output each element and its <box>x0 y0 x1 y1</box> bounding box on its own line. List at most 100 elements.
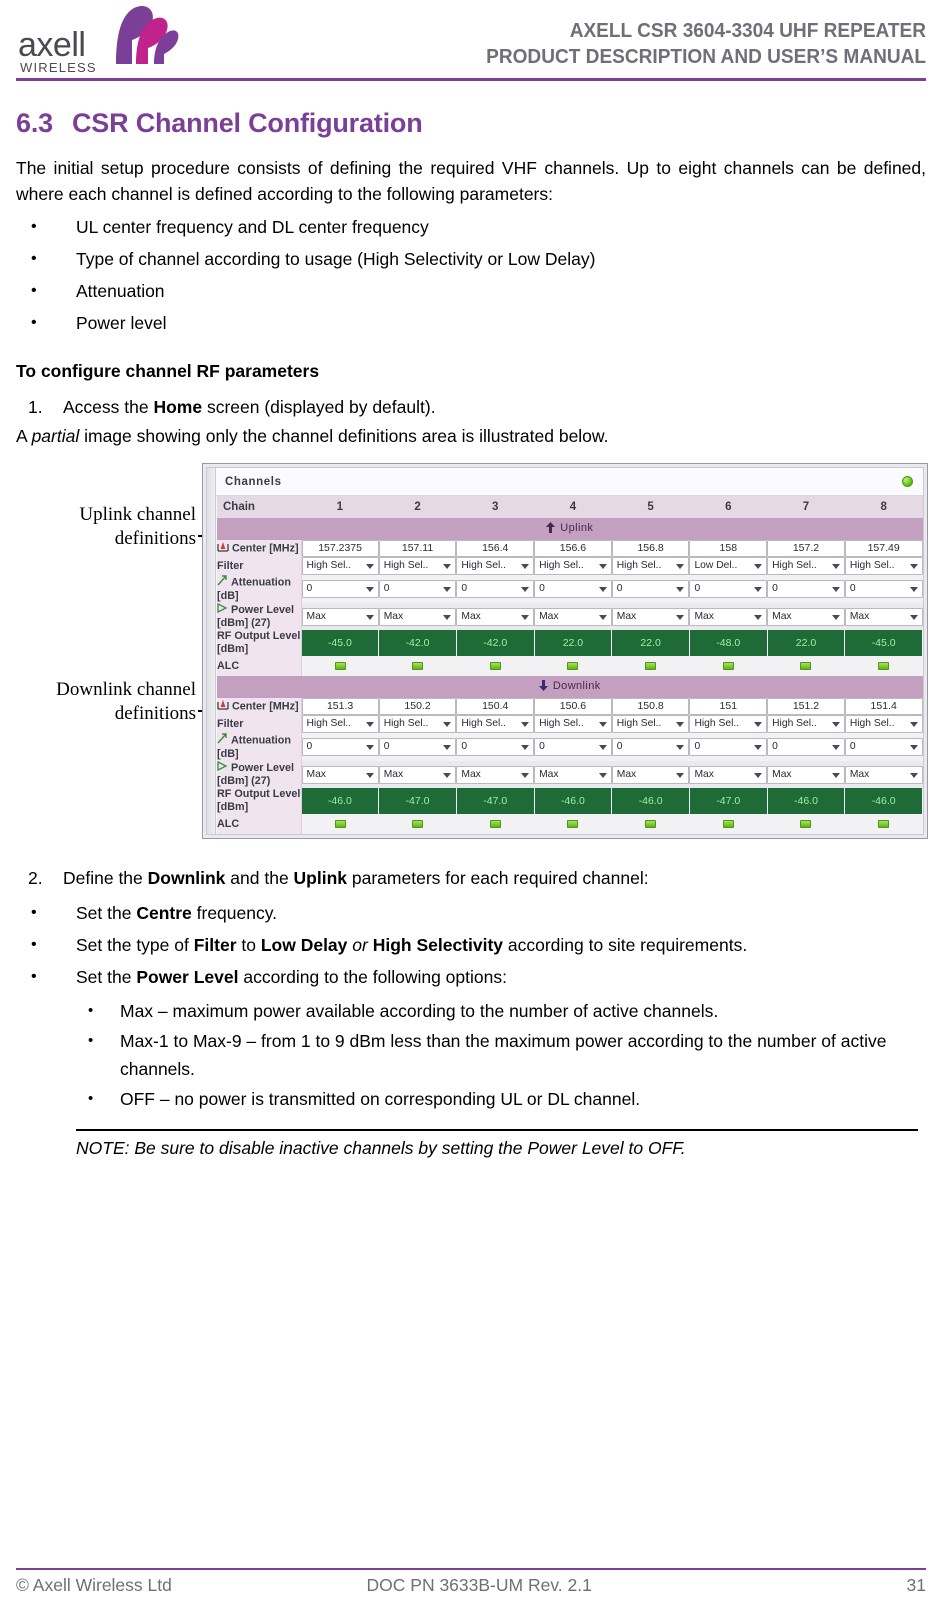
filter-select[interactable]: High Sel.. <box>844 715 923 733</box>
bullet2-bold-low-delay: Low Delay <box>260 935 348 955</box>
chevron-down-icon <box>754 745 763 750</box>
attenuation-select[interactable]: 0 <box>534 738 612 756</box>
filter-select[interactable]: High Sel.. <box>378 715 457 733</box>
power-level-select[interactable]: Max <box>689 607 768 626</box>
spectrum-peak-icon <box>217 699 229 714</box>
filter-select[interactable]: High Sel.. <box>611 715 690 733</box>
filter-select[interactable]: High Sel.. <box>767 715 845 733</box>
center-frequency-input[interactable]: 156.6 <box>534 540 612 557</box>
attenuation-select-value: 0 <box>772 583 778 594</box>
power-level-select[interactable]: Max <box>534 765 612 784</box>
filter-select[interactable]: High Sel.. <box>456 557 535 575</box>
filter-select[interactable]: High Sel.. <box>767 557 845 575</box>
power-level-select[interactable]: Max <box>456 765 535 784</box>
table-row: Center [MHz] 151.3 150.2 150.4 150.6 150… <box>217 698 923 715</box>
attenuation-select[interactable]: 0 <box>767 580 845 598</box>
center-frequency-input[interactable]: 151.2 <box>767 698 845 715</box>
cell: 0 <box>844 733 923 761</box>
power-level-select[interactable]: Max <box>844 607 923 626</box>
center-frequency-input[interactable]: 151 <box>689 698 768 715</box>
list-item: UL center frequency and DL center freque… <box>16 211 926 243</box>
attenuation-select[interactable]: 0 <box>844 738 923 756</box>
attenuation-select[interactable]: 0 <box>767 738 845 756</box>
center-frequency-input[interactable]: 151.4 <box>844 698 923 715</box>
power-level-select[interactable]: Max <box>301 607 379 626</box>
power-level-select-value: Max <box>849 768 870 780</box>
list-item: Set the type of Filter to Low Delay or H… <box>16 929 926 961</box>
center-frequency-input[interactable]: 158 <box>689 540 768 557</box>
center-frequency-input[interactable]: 156.4 <box>456 540 535 557</box>
power-level-select-value: Max <box>383 610 404 622</box>
center-frequency-input[interactable]: 150.2 <box>378 698 457 715</box>
power-level-select[interactable]: Max <box>767 765 845 784</box>
filter-select[interactable]: High Sel.. <box>301 715 379 733</box>
cell: Max <box>301 603 379 630</box>
channels-panel: Channels Chain 1 2 3 4 5 6 7 8 Uplink Ce… <box>206 467 924 835</box>
cell: High Sel.. <box>611 715 690 733</box>
attenuation-select[interactable]: 0 <box>534 580 612 598</box>
center-frequency-input[interactable]: 150.8 <box>611 698 690 715</box>
attenuation-select[interactable]: 0 <box>378 580 457 598</box>
filter-select[interactable]: High Sel.. <box>378 557 457 575</box>
vertical-scrollbar[interactable] <box>207 468 216 834</box>
cell: Max <box>844 603 923 630</box>
center-frequency-input[interactable]: 157.2 <box>767 540 845 557</box>
center-frequency-input[interactable]: 157.49 <box>844 540 923 557</box>
filter-select[interactable]: High Sel.. <box>534 557 612 575</box>
cell: Low Del.. <box>689 557 768 575</box>
bullet2-c: to <box>236 935 261 955</box>
chevron-down-icon <box>598 772 607 778</box>
row-label-text: Center [MHz] <box>232 700 299 713</box>
channel-configuration-figure: Uplink channel definitions Downlink chan… <box>16 463 928 863</box>
page-title: 6.3 CSR Channel Configuration <box>16 108 926 139</box>
filter-select[interactable]: High Sel.. <box>456 715 535 733</box>
attenuation-select[interactable]: 0 <box>611 580 690 598</box>
cell: 0 <box>689 575 768 603</box>
rf-output-value: -42.0 <box>456 630 535 656</box>
center-frequency-input[interactable]: 150.6 <box>534 698 612 715</box>
chevron-down-icon <box>365 614 374 620</box>
power-level-select[interactable]: Max <box>844 765 923 784</box>
power-level-select[interactable]: Max <box>378 765 457 784</box>
chevron-down-icon <box>598 614 607 620</box>
alc-led-icon <box>567 820 579 828</box>
cell: High Sel.. <box>378 557 457 575</box>
power-level-select[interactable]: Max <box>611 607 690 626</box>
power-level-select[interactable]: Max <box>301 765 379 784</box>
cell: 0 <box>767 575 845 603</box>
power-level-select[interactable]: Max <box>378 607 457 626</box>
cell: High Sel.. <box>534 557 612 575</box>
filter-select[interactable]: Low Del.. <box>689 557 768 575</box>
cell <box>534 814 612 834</box>
center-frequency-input[interactable]: 156.8 <box>611 540 690 557</box>
attenuation-select[interactable]: 0 <box>301 580 379 598</box>
filter-select[interactable]: High Sel.. <box>301 557 379 575</box>
arrow-down-icon <box>538 680 548 692</box>
center-frequency-input[interactable]: 150.4 <box>456 698 535 715</box>
swoosh-icon <box>116 5 179 64</box>
attenuation-select[interactable]: 0 <box>301 738 379 756</box>
list-item: 2. Define the Downlink and the Uplink par… <box>16 863 926 893</box>
attenuation-select[interactable]: 0 <box>456 738 535 756</box>
filter-select[interactable]: High Sel.. <box>534 715 612 733</box>
power-level-select[interactable]: Max <box>689 765 768 784</box>
power-level-select[interactable]: Max <box>767 607 845 626</box>
attenuation-select[interactable]: 0 <box>611 738 690 756</box>
channels-screenshot: Channels Chain 1 2 3 4 5 6 7 8 Uplink Ce… <box>202 463 928 839</box>
filter-select[interactable]: High Sel.. <box>611 557 690 575</box>
power-level-select[interactable]: Max <box>456 607 535 626</box>
center-frequency-input[interactable]: 151.3 <box>301 698 379 715</box>
filter-select[interactable]: High Sel.. <box>689 715 768 733</box>
attenuation-select[interactable]: 0 <box>456 580 535 598</box>
center-frequency-input[interactable]: 157.11 <box>378 540 457 557</box>
attenuation-select[interactable]: 0 <box>689 580 768 598</box>
attenuation-select[interactable]: 0 <box>378 738 457 756</box>
filter-select-value: Low Del.. <box>694 560 738 571</box>
power-level-select[interactable]: Max <box>534 607 612 626</box>
cell <box>767 814 845 834</box>
center-frequency-input[interactable]: 157.2375 <box>301 540 379 557</box>
power-level-select[interactable]: Max <box>611 765 690 784</box>
attenuation-select[interactable]: 0 <box>844 580 923 598</box>
attenuation-select[interactable]: 0 <box>689 738 768 756</box>
filter-select[interactable]: High Sel.. <box>844 557 923 575</box>
